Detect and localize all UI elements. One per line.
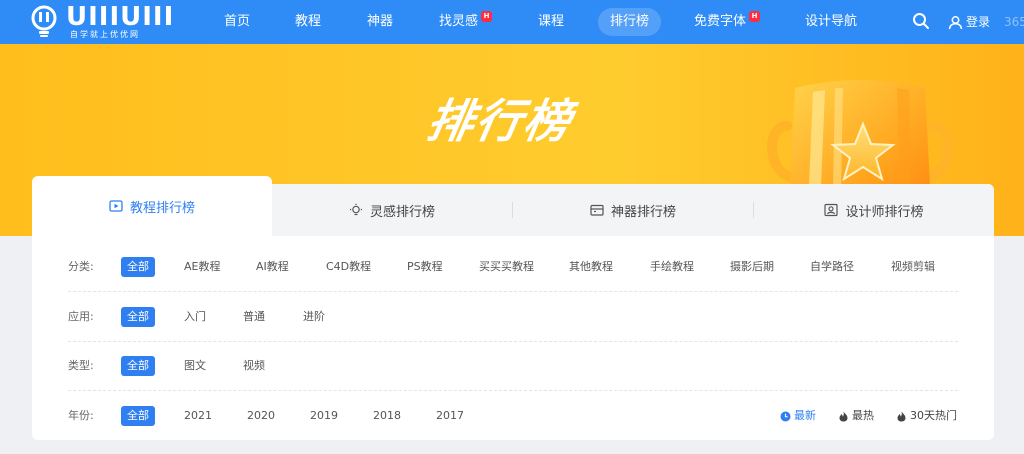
- year-option[interactable]: 2018: [373, 406, 401, 426]
- nav-item-tutorials[interactable]: 教程: [295, 8, 321, 36]
- login-label: 登录: [966, 15, 991, 29]
- bulb-icon: [349, 203, 362, 216]
- year-option[interactable]: 2020: [247, 406, 275, 426]
- category-option[interactable]: AI教程: [256, 257, 289, 277]
- sort-label: 30天热门: [910, 409, 957, 422]
- banner-title: 排行榜: [423, 94, 577, 148]
- filter-row-year: 年份: 全部 2021 2020 2019 2018 2017 最新 最热 30…: [68, 392, 958, 440]
- year-option[interactable]: 全部: [121, 406, 155, 426]
- category-option[interactable]: AE教程: [184, 257, 220, 277]
- nav-label: 免费字体: [694, 14, 747, 29]
- year-option[interactable]: 2019: [310, 406, 338, 426]
- clock-icon: [780, 411, 791, 421]
- nav-item-free-fonts[interactable]: 免费字体 H: [694, 8, 761, 36]
- tab-label: 灵感排行榜: [369, 204, 435, 220]
- nav-item-tools[interactable]: 神器: [367, 8, 393, 36]
- tab-label: 教程排行榜: [129, 200, 195, 216]
- category-option[interactable]: 手绘教程: [650, 257, 694, 277]
- application-option[interactable]: 进阶: [303, 307, 325, 327]
- sort-label: 最新: [794, 409, 816, 422]
- ranking-tabs: 教程排行榜 灵感排行榜 神器排行榜 设计师排行榜: [32, 176, 994, 236]
- category-option[interactable]: 买买买教程: [479, 257, 534, 277]
- filter-label: 类型:: [68, 359, 94, 372]
- user-card-icon: [824, 203, 839, 217]
- logo-text: UIIIUIII: [66, 2, 175, 32]
- nav-label: 找灵感: [439, 14, 479, 29]
- filter-row-application: 应用: 全部 入门 普通 进阶: [68, 293, 958, 342]
- login-button[interactable]: 登录: [948, 8, 990, 36]
- bulb-logo-icon: [31, 5, 57, 37]
- toolbox-icon: [590, 204, 604, 216]
- nav-label: 神器: [367, 14, 394, 29]
- nav-item-home[interactable]: 首页: [224, 8, 250, 36]
- application-option[interactable]: 全部: [121, 307, 155, 327]
- category-option[interactable]: 自学路径: [810, 257, 854, 277]
- logo[interactable]: UIIIUIII 自学就上优优网: [30, 3, 173, 41]
- nav-item-inspiration[interactable]: 找灵感 H: [439, 8, 493, 36]
- sort-latest[interactable]: 最新: [780, 406, 816, 426]
- nav-edge-text: 365: [1004, 15, 1024, 29]
- type-option[interactable]: 图文: [184, 356, 206, 376]
- tab-tutorial-ranking[interactable]: 教程排行榜: [32, 176, 272, 236]
- category-option[interactable]: C4D教程: [326, 257, 371, 277]
- tab-inspiration-ranking[interactable]: 灵感排行榜: [272, 184, 512, 236]
- year-option[interactable]: 2021: [184, 406, 212, 426]
- sort-label: 最热: [852, 409, 874, 422]
- tab-tools-ranking[interactable]: 神器排行榜: [513, 184, 753, 236]
- nav-label: 课程: [538, 14, 565, 29]
- type-option[interactable]: 视频: [243, 356, 265, 376]
- tab-label: 神器排行榜: [610, 204, 676, 220]
- year-option[interactable]: 2017: [436, 406, 464, 426]
- ranking-card: 教程排行榜 灵感排行榜 神器排行榜 设计师排行榜 分类: 全部 AE教程 AI教…: [32, 176, 994, 440]
- flame-icon: [839, 411, 848, 421]
- nav-label: 教程: [295, 14, 322, 29]
- nav-item-design-nav[interactable]: 设计导航: [805, 8, 857, 36]
- category-option[interactable]: 视频剪辑: [891, 257, 935, 277]
- category-option[interactable]: 其他教程: [569, 257, 613, 277]
- search-icon[interactable]: [912, 12, 930, 30]
- tab-label: 设计师排行榜: [845, 204, 924, 220]
- filter-label: 应用:: [68, 310, 94, 323]
- filter-label: 分类:: [68, 260, 94, 273]
- top-nav: UIIIUIII 自学就上优优网 首页 教程 神器 找灵感 H 课程 排行榜 免费…: [0, 0, 1024, 44]
- application-option[interactable]: 入门: [184, 307, 206, 327]
- category-option[interactable]: 全部: [121, 257, 155, 277]
- sort-hottest[interactable]: 最热: [838, 406, 874, 426]
- logo-subtitle: 自学就上优优网: [70, 30, 140, 39]
- type-option[interactable]: 全部: [121, 356, 155, 376]
- filter-row-category: 分类: 全部 AE教程 AI教程 C4D教程 PS教程 买买买教程 其他教程 手…: [68, 243, 958, 292]
- nav-item-ranking[interactable]: 排行榜: [598, 8, 662, 36]
- nav-item-courses[interactable]: 课程: [538, 8, 564, 36]
- category-option[interactable]: PS教程: [407, 257, 443, 277]
- play-icon: [109, 200, 123, 212]
- filter-row-type: 类型: 全部 图文 视频: [68, 342, 958, 391]
- flame-icon: [897, 411, 906, 421]
- hot-badge: H: [481, 11, 493, 22]
- user-icon: [948, 15, 963, 29]
- nav-label: 设计导航: [805, 14, 858, 29]
- category-option[interactable]: 摄影后期: [730, 257, 774, 277]
- filter-label: 年份:: [68, 409, 94, 422]
- nav-label: 首页: [224, 14, 251, 29]
- sort-30day-hot[interactable]: 30天热门: [896, 406, 957, 426]
- application-option[interactable]: 普通: [243, 307, 265, 327]
- nav-label: 排行榜: [610, 14, 650, 29]
- hot-badge: H: [749, 11, 761, 22]
- tab-designer-ranking[interactable]: 设计师排行榜: [754, 184, 994, 236]
